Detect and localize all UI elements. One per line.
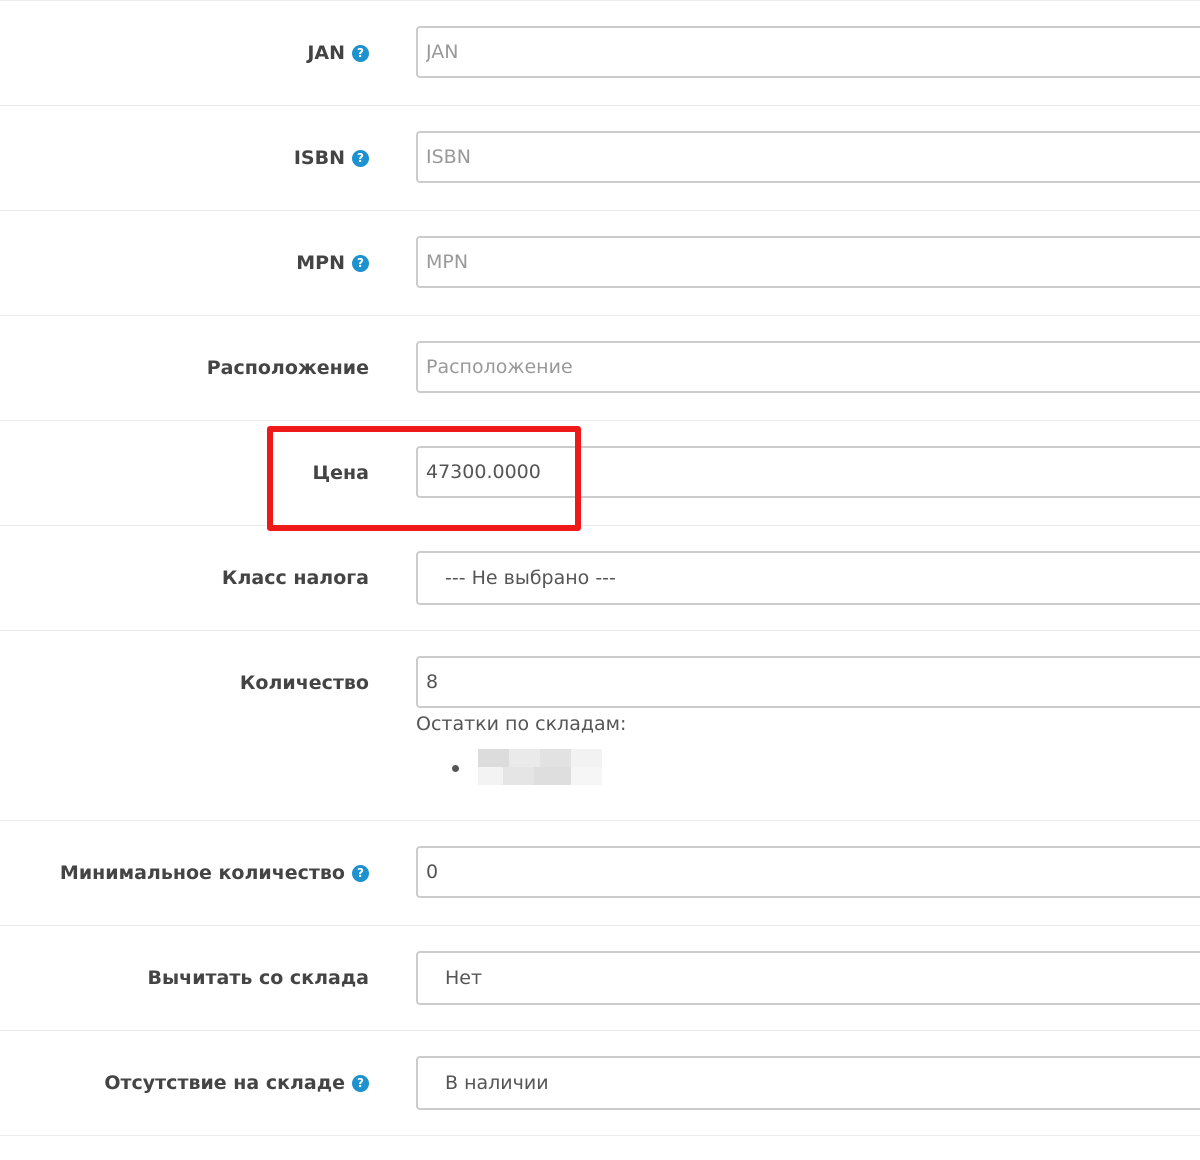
quantity-input[interactable] xyxy=(416,656,1200,708)
help-icon[interactable]: ? xyxy=(352,44,369,62)
redacted-warehouse-entry xyxy=(478,749,602,785)
location-label: Расположение xyxy=(206,357,369,379)
tax-class-label: Класс налога xyxy=(221,567,369,589)
form-row-location: Расположение xyxy=(0,315,1200,420)
tax-class-select[interactable]: --- Не выбрано --- xyxy=(416,551,1200,605)
form-row-jan: JAN ? xyxy=(0,0,1200,105)
product-data-form: JAN ? ISBN ? MPN ? Расположение Цена Кла… xyxy=(0,0,1200,1136)
subtract-stock-label: Вычитать со склада xyxy=(147,967,370,989)
mpn-label: MPN xyxy=(296,252,345,274)
form-row-price: Цена xyxy=(0,420,1200,525)
out-of-stock-selected: В наличии xyxy=(445,1072,549,1094)
form-row-subtract-stock: Вычитать со склада Нет xyxy=(0,925,1200,1030)
subtract-stock-selected: Нет xyxy=(445,967,483,989)
form-row-quantity: Количество Остатки по складам: xyxy=(0,630,1200,820)
location-input[interactable] xyxy=(416,341,1200,393)
jan-input[interactable] xyxy=(416,26,1200,78)
isbn-label: ISBN xyxy=(293,147,345,169)
help-icon[interactable]: ? xyxy=(352,1074,369,1092)
list-bullet xyxy=(452,765,459,772)
form-row-out-of-stock: Отсутствие на складе ? В наличии xyxy=(0,1030,1200,1136)
form-row-mpn: MPN ? xyxy=(0,210,1200,315)
isbn-input[interactable] xyxy=(416,131,1200,183)
minimum-label: Минимальное количество xyxy=(59,862,345,884)
mpn-input[interactable] xyxy=(416,236,1200,288)
form-row-isbn: ISBN ? xyxy=(0,105,1200,210)
minimum-quantity-input[interactable] xyxy=(416,846,1200,898)
out-of-stock-label: Отсутствие на складе xyxy=(104,1072,345,1094)
help-icon[interactable]: ? xyxy=(352,149,369,167)
form-row-tax-class: Класс налога --- Не выбрано --- xyxy=(0,525,1200,630)
tax-class-selected: --- Не выбрано --- xyxy=(445,567,616,589)
price-highlight-box xyxy=(267,426,581,531)
quantity-label: Количество xyxy=(239,672,369,694)
help-icon[interactable]: ? xyxy=(352,864,369,882)
out-of-stock-status-select[interactable]: В наличии xyxy=(416,1056,1200,1110)
help-icon[interactable]: ? xyxy=(352,254,369,272)
form-row-minimum: Минимальное количество ? xyxy=(0,820,1200,925)
jan-label: JAN xyxy=(307,42,345,64)
subtract-stock-select[interactable]: Нет xyxy=(416,951,1200,1005)
stock-by-warehouse-title: Остатки по складам: xyxy=(416,713,627,735)
